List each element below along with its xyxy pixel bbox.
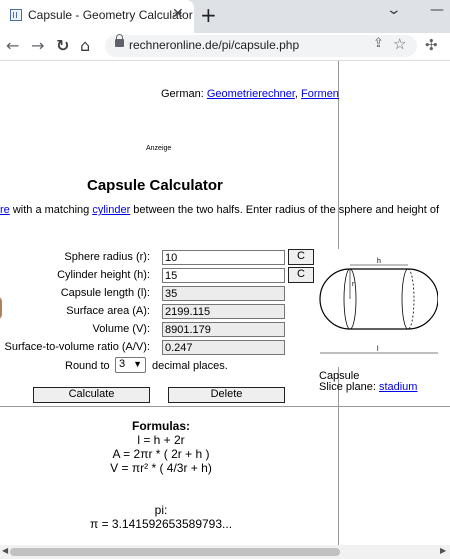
chevron-down-icon: ▼	[133, 359, 142, 369]
clear-height-button[interactable]: C	[288, 267, 314, 283]
ad-label: Anzeige	[146, 145, 172, 152]
calculator-favicon-icon	[10, 9, 22, 21]
lock-icon[interactable]	[115, 34, 124, 47]
label-surface-volume-ratio: Surface-to-volume ratio (A/V):	[4, 341, 151, 353]
german-links: German: Geometrierechner, Formen	[161, 88, 339, 100]
link-formen[interactable]: Formen	[301, 88, 339, 100]
forward-arrow-icon[interactable]: →	[31, 36, 44, 55]
url-text[interactable]: rechneronline.de/pi/capsule.php	[129, 38, 299, 52]
formula-length: l = h + 2r	[137, 433, 185, 447]
page-content: German: Geometrierechner, Formen Anzeige…	[0, 61, 450, 559]
page-title: Capsule Calculator	[87, 177, 223, 194]
pi-value: π = 3.141592653589793...	[89, 517, 233, 531]
scroll-left-icon[interactable]: ◀	[2, 546, 8, 555]
address-bar[interactable]: rechneronline.de/pi/capsule.php ⇪ ☆	[105, 34, 417, 57]
pi-heading: pi:	[154, 503, 168, 517]
new-tab-button[interactable]: +	[200, 3, 217, 27]
label-cylinder-height: Cylinder height (h):	[57, 269, 150, 281]
capsule-diagram: h r l	[318, 249, 438, 367]
round-label: Round to	[65, 360, 110, 372]
surface-volume-ratio-output[interactable]: 0.247	[162, 340, 285, 355]
surface-area-output[interactable]: 2199.115	[162, 304, 285, 319]
link-stadium[interactable]: stadium	[379, 381, 418, 393]
label-sphere-radius: Sphere radius (r):	[64, 251, 150, 263]
bookmark-star-icon[interactable]: ☆	[393, 35, 406, 53]
formulas-section: Formulas: l = h + 2r A = 2πr * ( 2r + h …	[0, 419, 322, 531]
link-geometrierechner[interactable]: Geometrierechner	[207, 88, 295, 100]
delete-button[interactable]: Delete	[168, 387, 285, 403]
intro-text: re with a matching cylinder between the …	[0, 204, 440, 216]
label-volume: Volume (V):	[92, 323, 150, 335]
label-h: h	[377, 258, 381, 265]
volume-output[interactable]: 8901.179	[162, 322, 285, 337]
scroll-right-icon[interactable]: ▶	[440, 546, 446, 555]
formula-volume: V = πr² * ( 4/3r + h)	[110, 461, 212, 475]
link-sphere[interactable]: re	[0, 204, 10, 216]
round-select[interactable]: 3 ▼	[115, 357, 146, 373]
share-icon[interactable]: ⇪	[373, 36, 384, 51]
reload-icon[interactable]: ↻	[56, 36, 69, 55]
formulas-heading: Formulas:	[131, 419, 190, 433]
label-capsule-length: Capsule length (l):	[60, 287, 150, 299]
side-decoration	[0, 296, 2, 320]
round-suffix: decimal places.	[152, 360, 228, 372]
tab-bar: Capsule - Geometry Calculator ✕ + ⌄ —	[0, 0, 450, 33]
minimize-icon[interactable]: —	[430, 2, 444, 18]
formula-area: A = 2πr * ( 2r + h )	[112, 447, 210, 461]
cylinder-height-input[interactable]: 15	[162, 268, 285, 283]
horizontal-scrollbar[interactable]: ◀ ▶	[0, 545, 450, 559]
back-arrow-icon[interactable]: ←	[6, 36, 19, 55]
close-tab-icon[interactable]: ✕	[172, 6, 184, 22]
link-cylinder[interactable]: cylinder	[92, 204, 130, 216]
home-icon[interactable]: ⌂	[80, 36, 90, 55]
clear-radius-button[interactable]: C	[288, 249, 314, 265]
browser-toolbar: ← → ↻ ⌂ rechneronline.de/pi/capsule.php …	[0, 33, 450, 61]
extensions-puzzle-icon[interactable]: ✣	[425, 36, 438, 54]
tab-search-chevron-icon[interactable]: ⌄	[386, 2, 402, 18]
capsule-length-output[interactable]: 35	[162, 286, 285, 301]
tab-title: Capsule - Geometry Calculator	[28, 8, 193, 22]
calculate-button[interactable]: Calculate	[33, 387, 150, 403]
slice-plane-text: Slice plane: stadium	[319, 381, 418, 393]
active-tab[interactable]: Capsule - Geometry Calculator ✕	[0, 0, 194, 33]
label-surface-area: Surface area (A):	[66, 305, 150, 317]
sphere-radius-input[interactable]: 10	[162, 250, 285, 265]
section-divider	[0, 406, 450, 407]
scrollbar-thumb[interactable]	[10, 548, 340, 556]
